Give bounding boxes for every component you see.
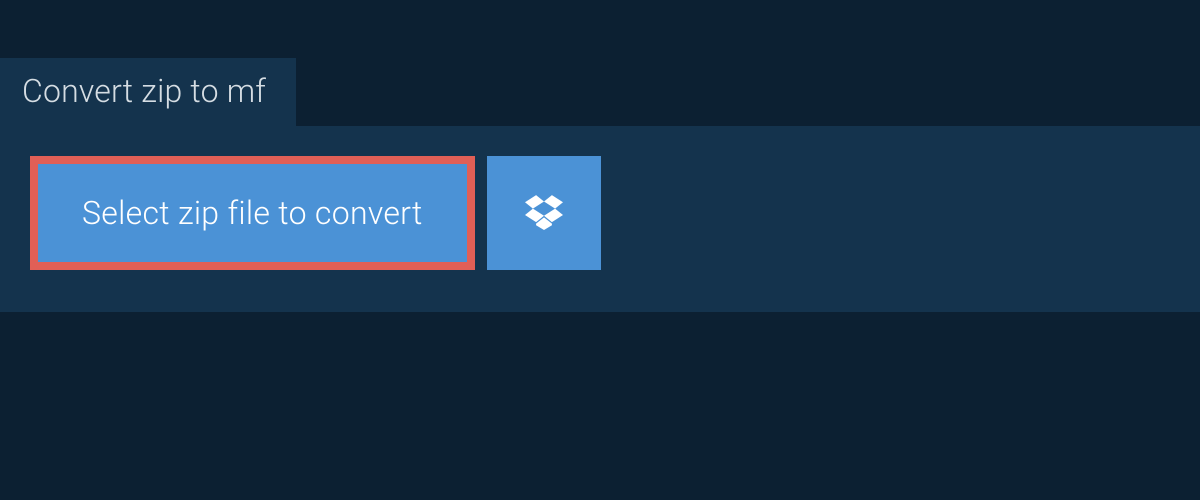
- select-file-button[interactable]: Select zip file to convert: [30, 156, 475, 270]
- convert-panel: Select zip file to convert: [0, 126, 1200, 312]
- tab-bar: Convert zip to mf: [0, 0, 1200, 126]
- select-file-label: Select zip file to convert: [82, 194, 423, 232]
- tab-title: Convert zip to mf: [22, 72, 266, 110]
- dropbox-button[interactable]: [487, 156, 601, 270]
- tab-convert[interactable]: Convert zip to mf: [0, 58, 296, 126]
- button-row: Select zip file to convert: [30, 156, 1170, 270]
- dropbox-icon: [525, 192, 563, 234]
